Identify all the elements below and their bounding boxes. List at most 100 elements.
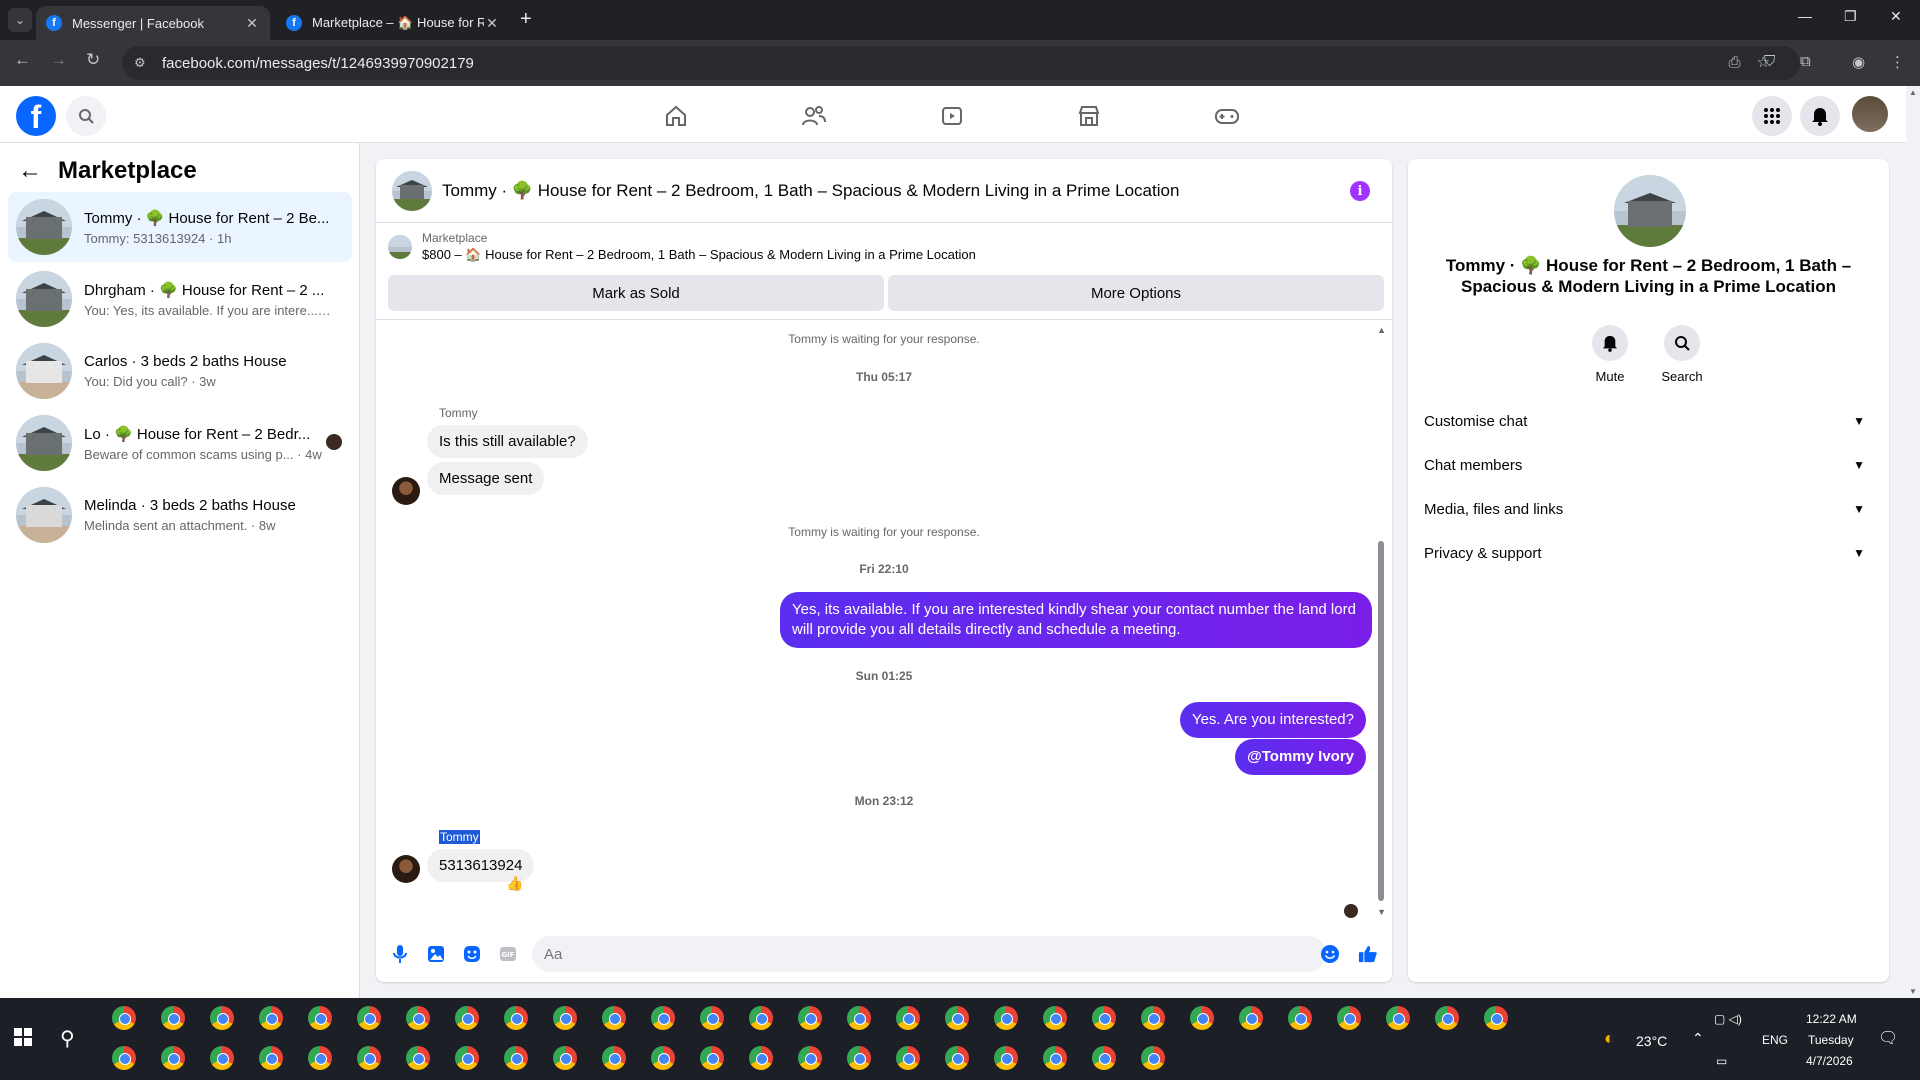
outgoing-mention-message[interactable]: @Tommy Ivory [1235, 739, 1366, 775]
taskbar-app-icon[interactable] [798, 1006, 822, 1030]
taskbar-app-icon[interactable] [112, 1006, 136, 1030]
taskbar-app-icon[interactable] [994, 1046, 1018, 1070]
taskbar-app-icon[interactable] [945, 1046, 969, 1070]
windows-start-icon[interactable] [14, 1028, 32, 1046]
forward-icon[interactable]: → [50, 50, 67, 70]
tab-marketplace[interactable]: f Marketplace – 🏠 House for Re ✕ [276, 6, 510, 40]
thumbs-up-reaction-icon[interactable]: 👍 [506, 875, 523, 892]
taskbar-app-icon[interactable] [651, 1046, 675, 1070]
scroll-up-arrow-icon[interactable]: ▲ [1909, 88, 1917, 97]
close-window-button[interactable]: ✕ [1890, 8, 1902, 25]
profile-icon[interactable]: ◉ [1852, 53, 1865, 71]
taskbar-app-icon[interactable] [357, 1006, 381, 1030]
clock-time[interactable]: 12:22 AM [1806, 1012, 1857, 1026]
taskbar-app-icon[interactable] [749, 1046, 773, 1070]
mark-as-sold-button[interactable]: Mark as Sold [388, 275, 884, 311]
taskbar-app-icon[interactable] [210, 1046, 234, 1070]
friends-icon[interactable] [798, 100, 830, 132]
show-hidden-icons-chevron[interactable]: ⌃ [1692, 1030, 1704, 1047]
info-icon[interactable]: i [1350, 181, 1370, 201]
clock-date[interactable]: 4/7/2026 [1806, 1054, 1853, 1068]
message-input[interactable] [532, 936, 1326, 972]
menu-grid-icon[interactable] [1752, 96, 1792, 136]
taskbar-app-icon[interactable] [210, 1006, 234, 1030]
scroll-down-arrow-icon[interactable]: ▼ [1377, 907, 1386, 917]
sender-avatar[interactable] [392, 477, 420, 505]
taskbar-app-icon[interactable] [406, 1046, 430, 1070]
input-language[interactable]: ENG [1762, 1033, 1788, 1047]
search-icon[interactable] [66, 96, 106, 136]
taskbar-app-icon[interactable] [1435, 1006, 1459, 1030]
taskbar-app-icon[interactable] [1092, 1006, 1116, 1030]
taskbar-app-icon[interactable] [112, 1046, 136, 1070]
taskbar-app-icon[interactable] [357, 1046, 381, 1070]
taskbar-app-icon[interactable] [1043, 1006, 1067, 1030]
reload-icon[interactable]: ↻ [86, 50, 100, 70]
back-icon[interactable]: ← [14, 50, 31, 70]
facebook-logo-icon[interactable]: f [16, 96, 56, 136]
mute-button[interactable]: Mute [1580, 325, 1640, 384]
listing-photo[interactable] [1614, 175, 1686, 247]
taskbar-app-icon[interactable] [602, 1046, 626, 1070]
section-customise-chat[interactable]: Customise chat ▼ [1424, 403, 1873, 439]
restore-button[interactable]: ❐ [1844, 8, 1857, 25]
taskbar-app-icon[interactable] [896, 1046, 920, 1070]
chat-scrollbar-thumb[interactable] [1378, 541, 1384, 901]
listing-summary[interactable]: Marketplace $800 – 🏠 House for Rent – 2 … [388, 231, 976, 263]
taskbar-app-icon[interactable] [651, 1006, 675, 1030]
shield-icon[interactable]: ⛉ [1764, 53, 1775, 70]
home-icon[interactable] [660, 100, 692, 132]
system-tray-icons[interactable]: ▢ ◁) [1714, 1012, 1742, 1026]
sender-avatar[interactable] [392, 855, 420, 883]
clock-day[interactable]: Tuesday [1808, 1033, 1854, 1047]
chat-title[interactable]: Tommy · 🌳 House for Rent – 2 Bedroom, 1 … [442, 181, 1179, 201]
taskbar-app-icon[interactable] [308, 1046, 332, 1070]
site-info-icon[interactable]: ⚙ [134, 55, 150, 71]
taskbar-app-icon[interactable] [504, 1046, 528, 1070]
tab-search-dropdown[interactable]: ⌄ [8, 8, 32, 32]
emoji-icon[interactable] [1320, 944, 1340, 964]
taskbar-app-icon[interactable] [1141, 1046, 1165, 1070]
close-tab-icon[interactable]: ✕ [244, 15, 260, 32]
conversation-item[interactable]: Melinda · 3 beds 2 baths House Melinda s… [8, 480, 352, 550]
thumbs-up-send-icon[interactable] [1358, 944, 1378, 964]
tab-messenger[interactable]: f Messenger | Facebook ✕ [36, 6, 270, 40]
network-icon[interactable]: ▭ [1716, 1054, 1727, 1068]
conversation-item[interactable]: Lo · 🌳 House for Rent – 2 Bedr... Beware… [8, 408, 352, 478]
gaming-icon[interactable] [1211, 100, 1243, 132]
outgoing-message[interactable]: Yes. Are you interested? [1179, 702, 1366, 738]
taskbar-app-icon[interactable] [1288, 1006, 1312, 1030]
taskbar-app-icon[interactable] [406, 1006, 430, 1030]
taskbar-app-icon[interactable] [553, 1006, 577, 1030]
menu-icon[interactable]: ⋮ [1890, 53, 1905, 71]
taskbar-app-icon[interactable] [994, 1006, 1018, 1030]
marketplace-icon[interactable] [1073, 100, 1105, 132]
section-chat-members[interactable]: Chat members ▼ [1424, 447, 1873, 483]
notification-center-icon[interactable]: 🗨 [1878, 1028, 1898, 1048]
photo-icon[interactable] [426, 944, 446, 964]
url-text[interactable]: facebook.com/messages/t/1246939970902179 [162, 55, 474, 72]
section-media-files-links[interactable]: Media, files and links ▼ [1424, 491, 1873, 527]
taskbar-app-icon[interactable] [259, 1046, 283, 1070]
taskbar-app-icon[interactable] [1484, 1006, 1508, 1030]
taskbar-app-icon[interactable] [602, 1006, 626, 1030]
taskbar-search-icon[interactable]: ⚲ [60, 1026, 75, 1051]
taskbar-app-icon[interactable] [749, 1006, 773, 1030]
taskbar-app-icon[interactable] [1141, 1006, 1165, 1030]
gif-icon[interactable]: GIF [498, 944, 518, 964]
incoming-message[interactable]: Message sent [427, 462, 545, 495]
taskbar-app-icon[interactable] [847, 1006, 871, 1030]
video-icon[interactable] [936, 100, 968, 132]
scroll-up-arrow-icon[interactable]: ▲ [1377, 325, 1386, 335]
extensions-icon[interactable]: ⧉ [1800, 53, 1811, 70]
sticker-icon[interactable] [462, 944, 482, 964]
weather-icon[interactable]: ◐ [1604, 1028, 1615, 1049]
omnibox-actions[interactable]: ⎙☆ [1729, 53, 1786, 71]
new-tab-button[interactable]: + [520, 8, 532, 31]
address-bar[interactable]: ⚙ facebook.com/messages/t/12469399709021… [122, 46, 1800, 80]
taskbar-app-icon[interactable] [1043, 1046, 1067, 1070]
listing-thumbnail[interactable] [392, 170, 432, 211]
taskbar-app-icon[interactable] [259, 1006, 283, 1030]
microphone-icon[interactable] [390, 944, 410, 964]
taskbar-app-icon[interactable] [1092, 1046, 1116, 1070]
